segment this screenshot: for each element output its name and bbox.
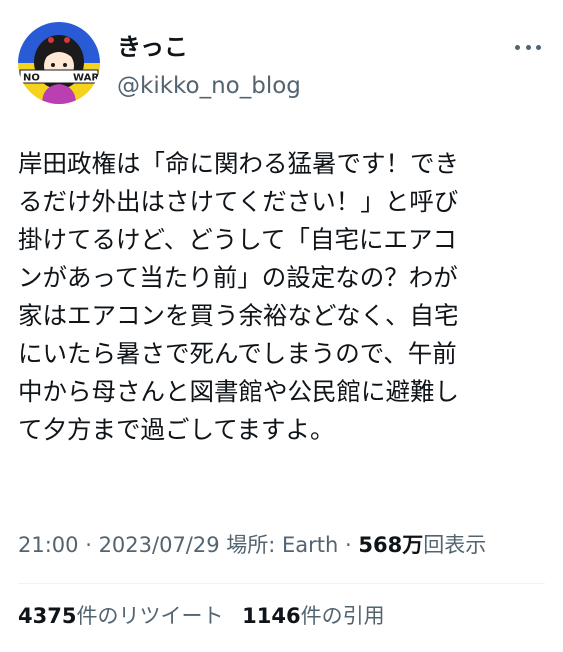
quotes-label: 件の引用 bbox=[300, 604, 385, 628]
tweet-text-line: ンがあって当たり前」の設定なの？わが bbox=[18, 263, 458, 292]
views-label[interactable]: 回表示 bbox=[423, 533, 486, 557]
views-count[interactable]: 568万 bbox=[358, 533, 423, 557]
meta-separator: · bbox=[338, 533, 359, 557]
tweet-time[interactable]: 21:00 bbox=[18, 533, 79, 557]
tweet-text-line: 掛けてるけど、どうして「自宅にエアコ bbox=[18, 225, 458, 254]
avatar-icon: NO WAR bbox=[18, 22, 100, 104]
quotes-count: 1146 bbox=[242, 604, 301, 628]
more-icon bbox=[515, 44, 520, 50]
retweets-stat[interactable]: 4375件のリツイート bbox=[18, 604, 223, 628]
more-icon bbox=[525, 44, 531, 50]
tweet-text-line: るだけ外出はさけてください！」と呼び bbox=[18, 187, 459, 216]
more-icon bbox=[536, 44, 541, 50]
retweets-count: 4375 bbox=[18, 604, 77, 628]
tweet-location: 場所: Earth bbox=[219, 533, 339, 557]
more-options-button[interactable] bbox=[515, 42, 541, 52]
tweet-text-line: て夕方まで過ごしてますよ。 bbox=[18, 415, 335, 444]
avatar-banner-left: NO bbox=[23, 73, 40, 84]
tweet-text-line: 岸田政権は「命に関わる猛暑です！でき bbox=[18, 149, 459, 178]
display-name[interactable]: きっこ bbox=[117, 32, 301, 62]
meta-separator: · bbox=[78, 533, 99, 557]
quotes-stat[interactable]: 1146件の引用 bbox=[242, 604, 384, 628]
tweet-meta: 21:00 · 2023/07/29 場所: Earth · 568万回表示 bbox=[18, 530, 486, 560]
tweet-text-line: 中から母さんと図書館や公民館に避難し bbox=[18, 377, 459, 406]
tweet-text-line: 家はエアコンを買う余裕などなく、自宅 bbox=[18, 301, 459, 330]
divider bbox=[18, 583, 545, 584]
tweet-date[interactable]: 2023/07/29 bbox=[99, 533, 220, 557]
tweet-header: NO WAR きっこ @kikko_no_blog bbox=[18, 22, 545, 110]
tweet-stats: 4375件のリツイート 1146件の引用 bbox=[18, 601, 385, 631]
user-handle[interactable]: @kikko_no_blog bbox=[117, 71, 301, 101]
tweet-text: 岸田政権は「命に関わる猛暑です！でき るだけ外出はさけてください！」と呼び 掛け… bbox=[18, 145, 545, 449]
retweets-label: 件のリツイート bbox=[76, 604, 224, 628]
avatar[interactable]: NO WAR bbox=[18, 22, 100, 104]
avatar-banner-right: WAR bbox=[73, 73, 99, 84]
author-block[interactable]: きっこ @kikko_no_blog bbox=[117, 32, 301, 101]
tweet-text-line: にいたら暑さで死んでしまうので、午前 bbox=[18, 339, 457, 368]
